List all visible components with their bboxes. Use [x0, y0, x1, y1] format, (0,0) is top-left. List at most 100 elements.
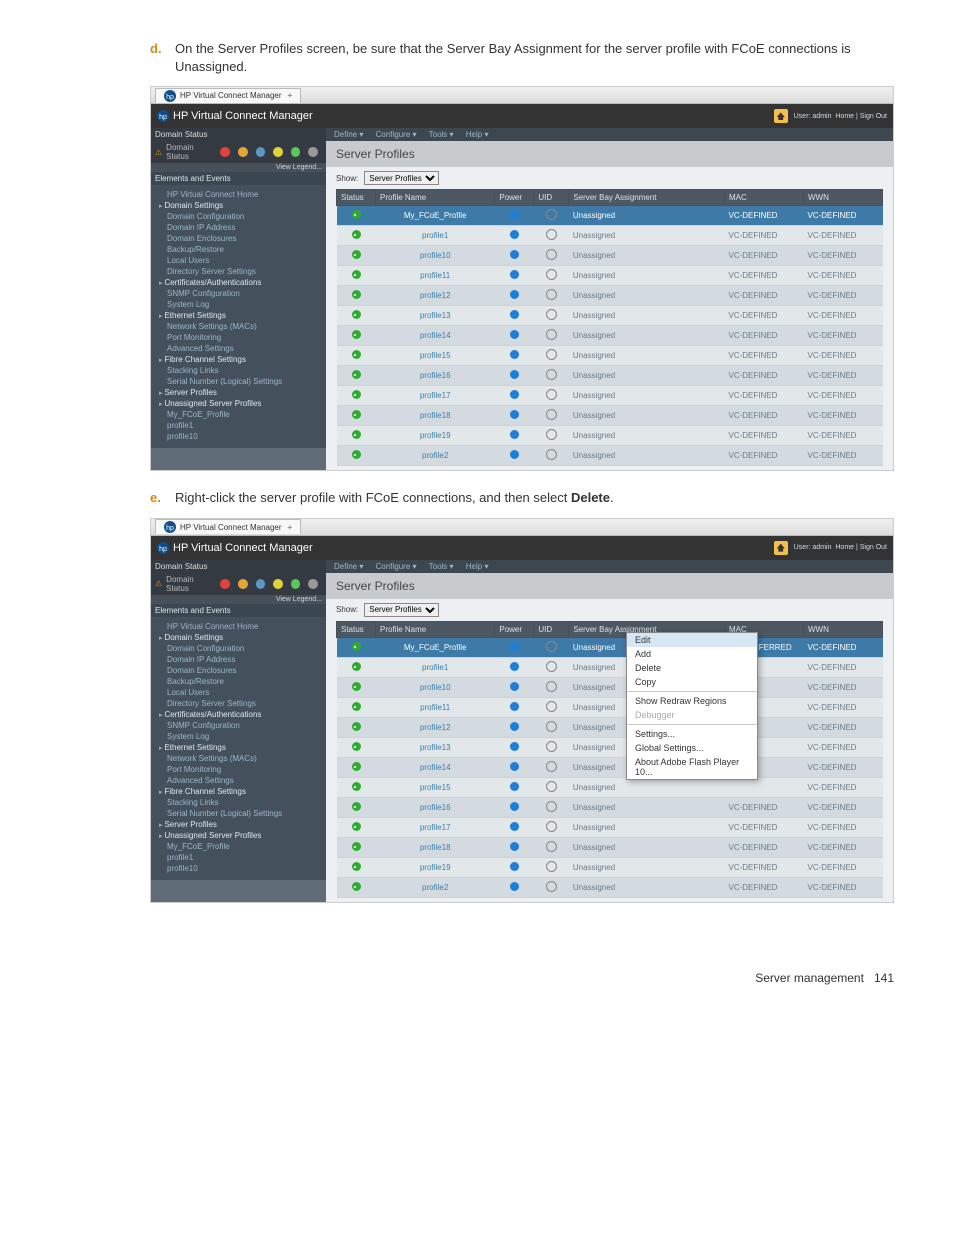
uid-icon[interactable]: [546, 289, 557, 300]
power-icon[interactable]: [510, 702, 519, 711]
table-row[interactable]: profile18UnassignedVC-DEFINEDVC-DEFINED: [337, 837, 883, 857]
nav-item[interactable]: Local Users: [151, 687, 326, 698]
power-icon[interactable]: [510, 210, 519, 219]
table-row[interactable]: My_FCoE_ProfileUnassignedUP-PREFERREDVC-…: [337, 637, 883, 657]
table-row[interactable]: profile12UnassignedVC-DEFINEDVC-DEFINED: [337, 286, 883, 306]
power-icon[interactable]: [510, 370, 519, 379]
nav-item[interactable]: Backup/Restore: [151, 676, 326, 687]
power-icon[interactable]: [510, 410, 519, 419]
uid-icon[interactable]: [546, 449, 557, 460]
show-select[interactable]: Server Profiles: [364, 603, 439, 617]
power-icon[interactable]: [510, 722, 519, 731]
table-row[interactable]: profile14UnassignedVC-DEFINED: [337, 757, 883, 777]
nav-item[interactable]: System Log: [151, 299, 326, 310]
table-row[interactable]: profile11UnassignedVC-DEFINEDVC-DEFINED: [337, 266, 883, 286]
col-name[interactable]: Profile Name: [376, 190, 495, 206]
uid-icon[interactable]: [546, 429, 557, 440]
nav-item[interactable]: Certificates/Authentications: [151, 277, 326, 288]
uid-icon[interactable]: [546, 661, 557, 672]
nav-item[interactable]: profile10: [151, 431, 326, 442]
profile-name[interactable]: profile19: [420, 863, 451, 872]
power-icon[interactable]: [510, 802, 519, 811]
profile-name[interactable]: My_FCoE_Profile: [404, 211, 467, 220]
status-info-icon[interactable]: [256, 579, 266, 589]
status-grey-icon[interactable]: [308, 579, 318, 589]
nav-item[interactable]: Backup/Restore: [151, 244, 326, 255]
new-tab-icon[interactable]: +: [288, 523, 293, 532]
menu-tools[interactable]: Tools ▾: [429, 562, 454, 571]
profile-name[interactable]: profile14: [420, 763, 451, 772]
nav-item[interactable]: SNMP Configuration: [151, 720, 326, 731]
ctx-flash[interactable]: About Adobe Flash Player 10...: [627, 755, 757, 779]
table-row[interactable]: profile14UnassignedVC-DEFINEDVC-DEFINED: [337, 326, 883, 346]
power-icon[interactable]: [510, 250, 519, 259]
profile-name[interactable]: profile13: [420, 311, 451, 320]
power-icon[interactable]: [510, 842, 519, 851]
nav-item[interactable]: Domain Configuration: [151, 643, 326, 654]
nav-item[interactable]: Serial Number (Logical) Settings: [151, 376, 326, 387]
browser-tab[interactable]: hp HP Virtual Connect Manager +: [155, 519, 301, 534]
col-status[interactable]: Status: [337, 621, 376, 637]
status-yellow-icon[interactable]: [273, 579, 283, 589]
col-bay[interactable]: Server Bay Assignment: [569, 190, 725, 206]
profile-name[interactable]: profile13: [420, 743, 451, 752]
profile-name[interactable]: profile12: [420, 723, 451, 732]
home-signout-links[interactable]: Home | Sign Out: [835, 113, 887, 120]
status-info-icon[interactable]: [256, 147, 266, 157]
profile-name[interactable]: profile19: [420, 431, 451, 440]
ctx-global[interactable]: Global Settings...: [627, 741, 757, 755]
col-power[interactable]: Power: [495, 190, 534, 206]
uid-icon[interactable]: [546, 369, 557, 380]
uid-icon[interactable]: [546, 881, 557, 892]
profile-name[interactable]: My_FCoE_Profile: [404, 643, 467, 652]
nav-item[interactable]: My_FCoE_Profile: [151, 841, 326, 852]
nav-item[interactable]: My_FCoE_Profile: [151, 409, 326, 420]
status-red-icon[interactable]: [220, 579, 230, 589]
status-green-icon[interactable]: [291, 579, 301, 589]
power-icon[interactable]: [510, 330, 519, 339]
uid-icon[interactable]: [546, 761, 557, 772]
ctx-settings[interactable]: Settings...: [627, 727, 757, 741]
menu-define[interactable]: Define ▾: [334, 130, 363, 139]
ctx-redraw[interactable]: Show Redraw Regions: [627, 694, 757, 708]
col-uid[interactable]: UID: [534, 621, 569, 637]
nav-item[interactable]: Domain Configuration: [151, 211, 326, 222]
ctx-edit[interactable]: Edit: [627, 633, 757, 647]
uid-icon[interactable]: [546, 801, 557, 812]
power-icon[interactable]: [510, 742, 519, 751]
power-icon[interactable]: [510, 682, 519, 691]
profile-name[interactable]: profile11: [420, 703, 450, 712]
power-icon[interactable]: [510, 230, 519, 239]
profile-name[interactable]: profile10: [420, 251, 451, 260]
nav-item[interactable]: Directory Server Settings: [151, 266, 326, 277]
col-wwn[interactable]: WWN: [804, 621, 883, 637]
nav-item[interactable]: HP Virtual Connect Home: [151, 621, 326, 632]
uid-icon[interactable]: [546, 681, 557, 692]
power-icon[interactable]: [510, 270, 519, 279]
view-legend-link[interactable]: View Legend...: [151, 163, 326, 172]
power-icon[interactable]: [510, 350, 519, 359]
power-icon[interactable]: [510, 390, 519, 399]
status-amber-icon[interactable]: [238, 579, 248, 589]
table-row[interactable]: profile16UnassignedVC-DEFINEDVC-DEFINED: [337, 366, 883, 386]
nav-item[interactable]: Domain Enclosures: [151, 665, 326, 676]
uid-icon[interactable]: [546, 249, 557, 260]
nav-item[interactable]: Domain Settings: [151, 200, 326, 211]
home-signout-links[interactable]: Home | Sign Out: [835, 544, 887, 551]
table-row[interactable]: profile12UnassignedVC-DEFINED: [337, 717, 883, 737]
view-legend-link[interactable]: View Legend...: [151, 595, 326, 604]
ctx-copy[interactable]: Copy: [627, 675, 757, 689]
status-green-icon[interactable]: [291, 147, 301, 157]
nav-item[interactable]: Network Settings (MACs): [151, 321, 326, 332]
nav-item[interactable]: Ethernet Settings: [151, 310, 326, 321]
nav-item[interactable]: HP Virtual Connect Home: [151, 189, 326, 200]
power-icon[interactable]: [510, 662, 519, 671]
uid-icon[interactable]: [546, 741, 557, 752]
power-icon[interactable]: [510, 882, 519, 891]
status-grey-icon[interactable]: [308, 147, 318, 157]
uid-icon[interactable]: [546, 701, 557, 712]
browser-tab[interactable]: hp HP Virtual Connect Manager +: [155, 88, 301, 103]
nav-item[interactable]: Stacking Links: [151, 797, 326, 808]
ctx-delete[interactable]: Delete: [627, 661, 757, 675]
nav-item[interactable]: Domain IP Address: [151, 222, 326, 233]
